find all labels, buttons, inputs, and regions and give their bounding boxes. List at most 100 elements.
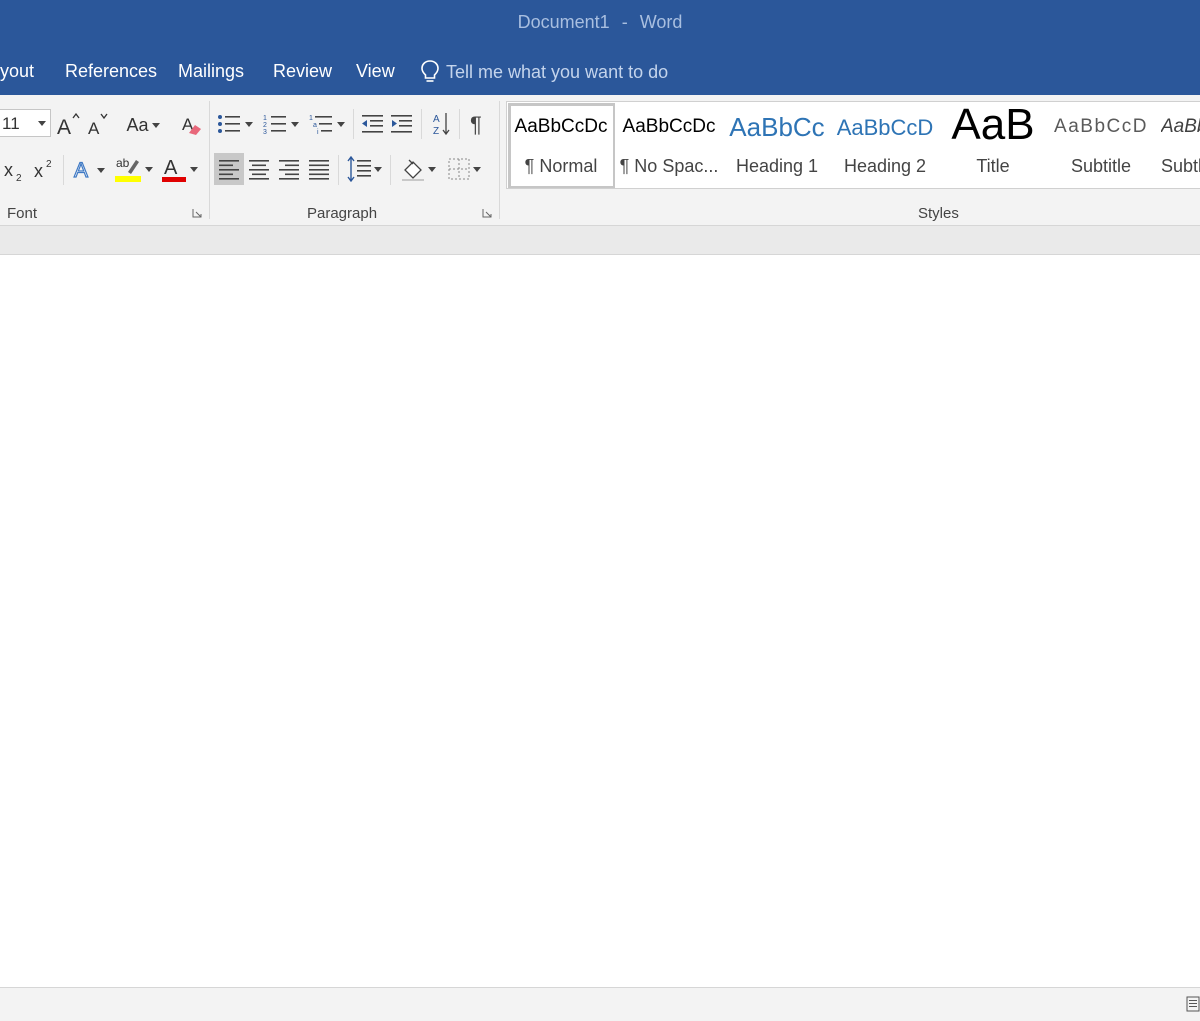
svg-text:1: 1 bbox=[263, 115, 267, 122]
chevron-down-icon bbox=[374, 166, 382, 172]
subscript-icon: x 2 bbox=[4, 160, 22, 183]
chevron-down-icon bbox=[337, 121, 345, 127]
read-mode-icon[interactable] bbox=[1186, 996, 1200, 1012]
decrease-indent-button[interactable] bbox=[358, 109, 386, 139]
tab-review[interactable]: Review bbox=[273, 61, 332, 82]
style-name: Title bbox=[976, 156, 1010, 176]
style-name: ¶ No Spac... bbox=[619, 156, 719, 176]
style-preview: AaBbCcDc bbox=[622, 116, 716, 137]
paragraph-group-label: Paragraph bbox=[307, 205, 378, 222]
svg-text:i: i bbox=[317, 129, 319, 135]
svg-text:3: 3 bbox=[263, 129, 267, 135]
style-preview: AaBbCcD bbox=[1054, 116, 1148, 137]
font-dialog-launcher-icon[interactable] bbox=[192, 208, 202, 218]
style-title[interactable]: AaB Title bbox=[939, 102, 1047, 188]
tell-me-text: Tell me what you want to do bbox=[446, 61, 669, 82]
grow-font-icon: A bbox=[57, 113, 80, 137]
style-preview: AaBbCcDc bbox=[514, 116, 608, 137]
chevron-down-icon bbox=[189, 166, 198, 172]
tell-me-box[interactable]: Tell me what you want to do bbox=[420, 58, 668, 86]
shrink-font-button[interactable]: A bbox=[86, 111, 110, 139]
svg-text:2: 2 bbox=[263, 122, 267, 129]
tab-view[interactable]: View bbox=[356, 61, 395, 82]
styles-group-label: Styles bbox=[918, 205, 959, 222]
style-name: Heading 2 bbox=[843, 156, 927, 176]
borders-icon bbox=[448, 158, 470, 180]
chevron-down-icon bbox=[428, 166, 436, 172]
app-name: Word bbox=[639, 12, 683, 32]
tab-references[interactable]: References bbox=[65, 61, 157, 82]
paint-bucket-icon bbox=[402, 159, 424, 181]
style-preview: AaBbCc bbox=[729, 112, 825, 142]
align-center-icon bbox=[249, 160, 269, 180]
increase-indent-icon bbox=[391, 115, 412, 133]
chevron-down-icon bbox=[473, 166, 481, 172]
line-spacing-button[interactable] bbox=[342, 153, 386, 185]
chevron-down-icon bbox=[151, 122, 160, 128]
numbered-list-icon: 1 2 3 bbox=[263, 115, 286, 135]
style-name: Heading 1 bbox=[735, 156, 819, 176]
tab-layout[interactable]: yout bbox=[0, 61, 34, 82]
align-left-button[interactable] bbox=[214, 153, 244, 185]
subscript-button[interactable]: x 2 bbox=[2, 155, 28, 185]
style-heading-2[interactable]: AaBbCcD Heading 2 bbox=[831, 102, 939, 188]
align-left-icon bbox=[219, 160, 239, 180]
style-preview: AaBb bbox=[1161, 116, 1200, 137]
change-case-button[interactable]: Aa bbox=[122, 111, 164, 139]
document-canvas[interactable] bbox=[0, 255, 1200, 987]
superscript-button[interactable]: x 2 bbox=[32, 155, 58, 185]
style-preview: AaBbCcD bbox=[836, 115, 934, 140]
font-color-button[interactable]: A bbox=[158, 153, 200, 185]
style-subtitle[interactable]: AaBbCcD Subtitle bbox=[1047, 102, 1155, 188]
sort-button[interactable]: A Z bbox=[427, 109, 455, 139]
svg-text:x: x bbox=[4, 160, 13, 180]
chevron-down-icon bbox=[291, 121, 299, 127]
font-group-label: Font bbox=[7, 205, 38, 222]
style-no-spacing[interactable]: AaBbCcDc ¶ No Spac... bbox=[615, 102, 723, 188]
bullets-button[interactable] bbox=[214, 109, 256, 139]
svg-text:ab: ab bbox=[116, 156, 130, 170]
font-size-value: 11 bbox=[2, 114, 20, 133]
text-effects-button[interactable]: A bbox=[68, 155, 108, 185]
font-size-combo[interactable]: 11 bbox=[0, 109, 51, 137]
paragraph-dialog-launcher-icon[interactable] bbox=[482, 208, 492, 218]
lightbulb-icon bbox=[421, 60, 439, 82]
title-bar: Document1- Word bbox=[0, 0, 1200, 48]
justify-button[interactable] bbox=[304, 153, 334, 185]
svg-text:Z: Z bbox=[433, 126, 439, 137]
chevron-down-icon bbox=[144, 166, 153, 172]
shrink-font-icon: A bbox=[88, 113, 108, 137]
clear-formatting-button[interactable]: A bbox=[178, 111, 204, 139]
justify-icon bbox=[309, 160, 329, 180]
svg-text:A: A bbox=[164, 157, 178, 179]
style-heading-1[interactable]: AaBbCc Heading 1 bbox=[723, 102, 831, 188]
chevron-down-icon bbox=[38, 121, 46, 126]
shading-button[interactable] bbox=[396, 153, 440, 185]
align-right-icon bbox=[279, 160, 299, 180]
numbering-button[interactable]: 1 2 3 bbox=[259, 109, 303, 139]
title-separator: - bbox=[621, 12, 628, 32]
style-name: Subtitle bbox=[1070, 156, 1132, 176]
style-subtle-emphasis[interactable]: AaBb Subtl bbox=[1155, 102, 1200, 188]
borders-button[interactable] bbox=[442, 153, 486, 185]
line-spacing-icon bbox=[347, 156, 371, 182]
svg-text:A: A bbox=[57, 116, 71, 137]
highlight-color-button[interactable]: ab bbox=[112, 153, 154, 185]
align-center-button[interactable] bbox=[244, 153, 274, 185]
grow-font-button[interactable]: A bbox=[56, 111, 80, 139]
svg-text:A: A bbox=[88, 119, 100, 137]
bullet-list-icon bbox=[218, 115, 240, 133]
multilevel-list-button[interactable]: 1 a i bbox=[305, 109, 349, 139]
style-normal[interactable]: AaBbCcDc ¶ Normal bbox=[507, 102, 615, 188]
superscript-icon: x 2 bbox=[34, 159, 52, 181]
font-color-icon: A bbox=[161, 157, 186, 182]
window-title: Document1- Word bbox=[0, 12, 1200, 33]
show-hide-marks-button[interactable]: ¶ bbox=[464, 109, 492, 139]
status-bar bbox=[0, 987, 1200, 1021]
tab-mailings[interactable]: Mailings bbox=[178, 61, 244, 82]
ribbon-tabs: yout References Mailings Review View Tel… bbox=[0, 48, 1200, 95]
align-right-button[interactable] bbox=[274, 153, 304, 185]
ribbon: 11 A A Aa A x 2 x 2 A ab A Font 1 2 3 1 … bbox=[0, 95, 1200, 226]
increase-indent-button[interactable] bbox=[388, 109, 416, 139]
decrease-indent-icon bbox=[362, 115, 383, 133]
